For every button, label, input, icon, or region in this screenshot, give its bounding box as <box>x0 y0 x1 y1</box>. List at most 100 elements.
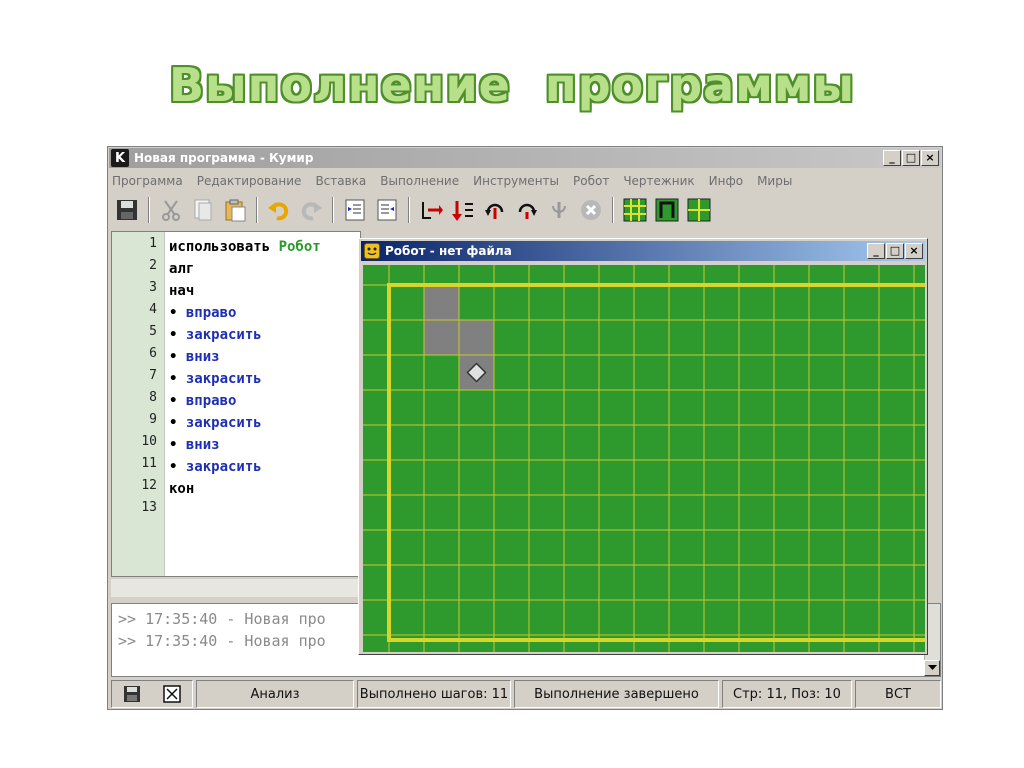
menu-worlds[interactable]: Миры <box>757 174 792 188</box>
indent-button[interactable] <box>341 196 369 224</box>
drawer-icon <box>655 198 679 222</box>
save-button[interactable] <box>113 196 141 224</box>
unindent-button[interactable] <box>373 196 401 224</box>
robot-field-icon <box>623 198 647 222</box>
step-into-button[interactable] <box>481 196 509 224</box>
code-text: • вниз <box>169 434 220 456</box>
run-button[interactable] <box>417 196 445 224</box>
menu-info[interactable]: Инфо <box>709 174 743 188</box>
command-token: вниз <box>185 349 220 365</box>
toolbar-separator <box>256 197 258 223</box>
keyword-token: • <box>169 371 186 387</box>
menu-bar: Программа Редактирование Вставка Выполне… <box>112 171 792 191</box>
code-line[interactable]: 9 • закрасить <box>112 412 360 434</box>
menu-run[interactable]: Выполнение <box>380 174 459 188</box>
scroll-down-arrow[interactable] <box>924 660 940 676</box>
menu-program[interactable]: Программа <box>112 174 183 188</box>
paste-button[interactable] <box>221 196 249 224</box>
code-text: • закрасить <box>169 456 262 478</box>
code-line[interactable]: 7 • закрасить <box>112 368 360 390</box>
robot-maximize-button[interactable]: □ <box>886 243 904 259</box>
code-line[interactable]: 2 алг <box>112 258 360 280</box>
stop-button[interactable] <box>577 196 605 224</box>
code-line[interactable]: 13 <box>112 500 360 522</box>
code-line[interactable]: 11 • закрасить <box>112 456 360 478</box>
save-status-icon <box>124 686 140 702</box>
slide-title: Выполнение программы <box>168 58 856 112</box>
paste-icon <box>225 199 246 222</box>
line-number: 7 <box>149 368 157 383</box>
menu-tools[interactable]: Инструменты <box>473 174 559 188</box>
line-number: 12 <box>141 478 157 493</box>
menu-insert[interactable]: Вставка <box>315 174 366 188</box>
step-over-button[interactable] <box>513 196 541 224</box>
kumir-app-icon: K <box>111 149 129 167</box>
cut-button[interactable] <box>157 196 185 224</box>
code-line[interactable]: 6 • вниз <box>112 346 360 368</box>
command-token: вправо <box>185 393 237 409</box>
robot-close-button[interactable]: × <box>905 243 923 259</box>
code-line[interactable]: 3 нач <box>112 280 360 302</box>
copy-button[interactable] <box>189 196 217 224</box>
code-text: • вниз <box>169 346 220 368</box>
editor-horizontal-scrollbar[interactable] <box>111 579 361 597</box>
close-box-icon <box>163 685 181 703</box>
step-out-icon <box>552 202 566 218</box>
robot-field-button[interactable] <box>621 196 649 224</box>
code-text: использовать Робот <box>169 236 321 258</box>
redo-button[interactable] <box>297 196 325 224</box>
line-number: 4 <box>149 302 157 317</box>
keyword-token: • <box>169 327 186 343</box>
code-line[interactable]: 8 • вправо <box>112 390 360 412</box>
toolbar-separator <box>332 197 334 223</box>
step-button[interactable] <box>449 196 477 224</box>
code-line[interactable]: 5 • закрасить <box>112 324 360 346</box>
step-into-icon <box>485 203 504 219</box>
menu-edit[interactable]: Редактирование <box>197 174 302 188</box>
command-token: вправо <box>185 305 237 321</box>
line-number: 6 <box>149 346 157 361</box>
code-line[interactable]: 12 кон <box>112 478 360 500</box>
command-token: закрасить <box>185 459 262 475</box>
run-icon <box>422 202 443 219</box>
menu-drawer[interactable]: Чертежник <box>623 174 694 188</box>
unindent-icon <box>377 199 397 221</box>
keyword-token: • <box>169 415 186 431</box>
main-titlebar[interactable]: K Новая программа - Кумир _ □ × <box>109 148 941 168</box>
windows-icon <box>687 198 711 222</box>
painted-cell <box>424 320 459 355</box>
step-icon <box>452 201 473 221</box>
command-token: вниз <box>185 437 220 453</box>
code-line[interactable]: 1 использовать Робот <box>112 236 360 258</box>
drawer-button[interactable] <box>653 196 681 224</box>
robot-app-icon <box>364 243 380 259</box>
undo-icon <box>268 202 289 221</box>
step-out-button[interactable] <box>545 196 573 224</box>
keyword-token: • <box>169 349 186 365</box>
console-line: >> 17:35:40 - Новая про <box>118 610 326 628</box>
line-number: 11 <box>141 456 157 471</box>
status-steps: Выполнено шагов: 11 <box>357 680 511 708</box>
status-icons <box>111 680 193 708</box>
keyword-token: нач <box>169 283 195 299</box>
line-number: 9 <box>149 412 157 427</box>
windows-button[interactable] <box>685 196 713 224</box>
line-number: 10 <box>141 434 157 449</box>
toolbar-separator <box>408 197 410 223</box>
code-line[interactable]: 10 • вниз <box>112 434 360 456</box>
chevron-down-icon <box>927 665 937 670</box>
undo-button[interactable] <box>265 196 293 224</box>
code-text: алг <box>169 258 194 280</box>
code-line[interactable]: 4 • вправо <box>112 302 360 324</box>
robot-field[interactable] <box>363 265 925 652</box>
menu-robot[interactable]: Робот <box>573 174 609 188</box>
robot-minimize-button[interactable]: _ <box>867 243 885 259</box>
keyword-token: использовать <box>169 239 279 255</box>
minimize-button[interactable]: _ <box>883 150 901 166</box>
keyword-token: алг <box>169 261 195 277</box>
robot-titlebar[interactable]: Робот - нет файла _ □ × <box>361 241 925 261</box>
close-button[interactable]: × <box>921 150 939 166</box>
code-text: кон <box>169 478 194 500</box>
maximize-button[interactable]: □ <box>902 150 920 166</box>
code-editor[interactable]: 1 использовать Робот 2 алг 3 нач 4 • вправо 5 • з… <box>111 231 361 577</box>
